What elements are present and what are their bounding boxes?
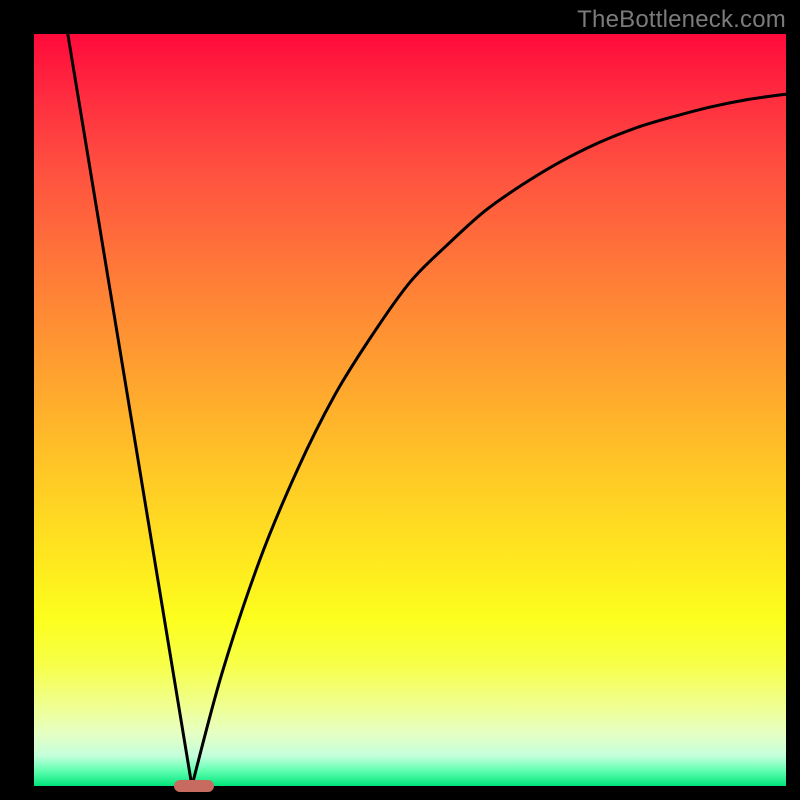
- watermark-text: TheBottleneck.com: [577, 6, 786, 34]
- chart-frame: TheBottleneck.com: [0, 0, 800, 800]
- curve-right-branch: [192, 94, 786, 786]
- curve-layer: [34, 34, 786, 786]
- optimum-marker: [174, 780, 214, 792]
- plot-area: [34, 34, 786, 786]
- curve-left-branch: [68, 34, 192, 786]
